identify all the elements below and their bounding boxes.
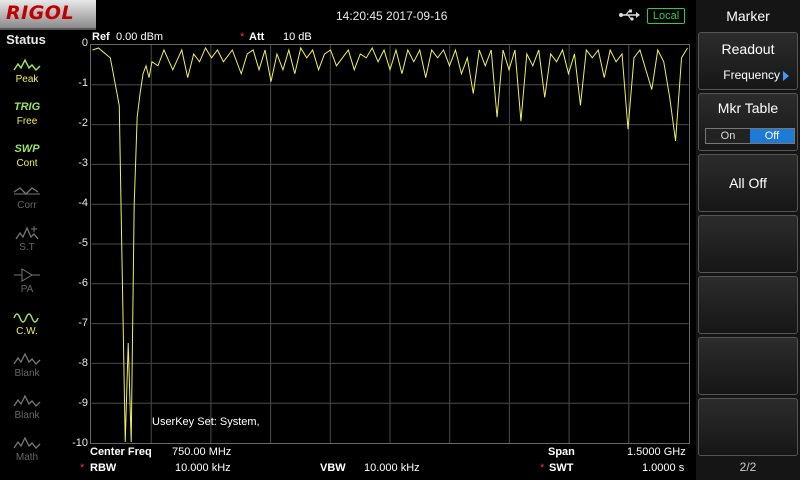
readout-button[interactable]: Readout Frequency [698, 32, 798, 90]
cw-icon [13, 313, 39, 323]
logo-box: RIGOL [0, 0, 96, 30]
span-value: 1.5000 GHz [627, 446, 686, 458]
readout-value: Frequency [723, 68, 789, 82]
vbw-value: 10.000 kHz [364, 462, 420, 474]
arrow-right-icon [783, 70, 789, 81]
page-indicator: 2/2 [739, 460, 757, 474]
y-tick-label: -6 [78, 277, 88, 289]
mkr-table-toggle[interactable]: On Off [705, 128, 795, 144]
status-swp[interactable]: SWP Cont [8, 140, 46, 174]
mkr-table-button[interactable]: Mkr Table On Off [698, 93, 798, 151]
y-tick-label: -4 [78, 197, 88, 209]
y-tick-label: -7 [78, 317, 88, 329]
span-label: Span [548, 446, 575, 458]
status-blank-1[interactable]: Blank [8, 350, 46, 384]
all-off-label: All Off [729, 175, 767, 191]
center-freq-value: 750.00 MHz [172, 446, 232, 458]
datetime: 14:20:45 2017-09-16 [336, 9, 448, 23]
status-title: Status [6, 32, 46, 47]
corr-icon [13, 187, 40, 195]
status-math[interactable]: Math [8, 434, 46, 468]
softkey-empty-4[interactable] [698, 398, 798, 456]
readout-label: Readout [721, 41, 775, 57]
status-panel: Status Peak TRIG Free SWP Cont Corr S.T [0, 30, 52, 480]
att-label: Att [249, 31, 265, 43]
blank-icon [13, 394, 41, 407]
y-tick-label: -5 [78, 237, 88, 249]
y-tick-label: -2 [78, 117, 88, 129]
status-trig[interactable]: TRIG Free [8, 98, 46, 132]
status-peak[interactable]: Peak [8, 56, 46, 90]
status-blank-2[interactable]: Blank [8, 392, 46, 426]
y-tick-label: -9 [78, 397, 88, 409]
blank-icon [13, 352, 41, 365]
mkr-table-on[interactable]: On [706, 129, 750, 143]
math-icon [13, 436, 41, 449]
status-blank-1-label: Blank [14, 368, 40, 379]
softkey-empty-3[interactable] [698, 337, 798, 395]
trig-icon: TRIG [13, 101, 41, 113]
status-blank-2-label: Blank [14, 410, 40, 421]
ref-label: Ref [92, 31, 110, 43]
mkr-table-off[interactable]: Off [750, 129, 794, 143]
usb-icon [619, 9, 640, 21]
vbw-label: VBW [320, 462, 346, 474]
status-st-label: S.T [19, 242, 35, 253]
softkey-empty-1[interactable] [698, 215, 798, 273]
att-value: 10 dB [283, 31, 312, 43]
status-pa-label: PA [20, 284, 34, 295]
att-asterisk: * [240, 31, 245, 43]
pa-icon [14, 268, 40, 282]
peak-icon [13, 58, 41, 72]
st-icon [15, 226, 39, 240]
y-tick-label: 0 [81, 37, 88, 49]
rbw-asterisk: * [80, 462, 85, 474]
status-st[interactable]: S.T [8, 224, 46, 258]
spectrum-graph[interactable] [90, 44, 690, 444]
userkey-set: UserKey Set: System, [152, 416, 260, 428]
y-tick-label: -8 [78, 357, 88, 369]
swt-value: 1.0000 s [642, 462, 685, 474]
y-tick-label: -3 [78, 157, 88, 169]
status-cw[interactable]: C.W. [8, 308, 46, 342]
mkr-table-label: Mkr Table [717, 100, 779, 116]
status-corr[interactable]: Corr [8, 182, 46, 216]
rbw-value: 10.000 kHz [175, 462, 231, 474]
top-bar: RIGOL 14:20:45 2017-09-16 Local [0, 0, 696, 30]
swp-icon: SWP [14, 143, 40, 155]
ref-value: 0.00 dBm [116, 31, 164, 43]
rigol-logo: RIGOL [6, 2, 75, 24]
status-math-label: Math [15, 452, 39, 463]
grid [91, 45, 689, 443]
status-cw-label: C.W. [16, 326, 38, 337]
y-tick-label: -10 [72, 437, 88, 449]
y-tick-label: -1 [78, 77, 88, 89]
status-trig-label: Free [16, 116, 38, 127]
all-off-button[interactable]: All Off [698, 154, 798, 212]
local-badge: Local [647, 8, 685, 24]
rbw-label: RBW [90, 462, 117, 474]
menu-title: Marker [726, 8, 770, 24]
swt-label: SWT [549, 462, 574, 474]
status-peak-label: Peak [15, 74, 39, 85]
softkey-panel: Marker Readout Frequency Mkr Table On Of… [696, 0, 800, 480]
swt-asterisk: * [540, 462, 545, 474]
softkey-empty-2[interactable] [698, 276, 798, 334]
center-freq-label: Center Freq [90, 446, 152, 458]
status-swp-label: Cont [16, 158, 38, 169]
status-corr-label: Corr [17, 200, 37, 211]
status-pa[interactable]: PA [8, 266, 46, 300]
